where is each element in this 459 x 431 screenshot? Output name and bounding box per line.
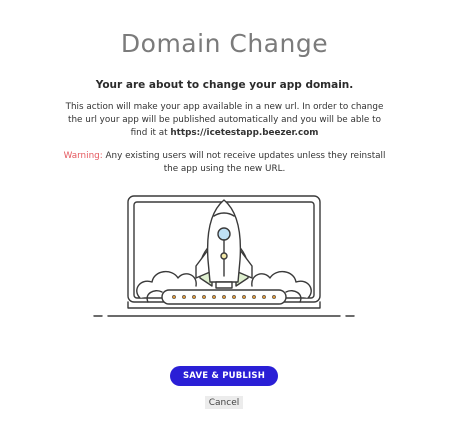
- dialog-description: This action will make your app available…: [62, 101, 387, 140]
- warning-text: Any existing users will not receive upda…: [102, 151, 386, 174]
- warning-message: Warning: Any existing users will not rec…: [62, 150, 387, 176]
- dialog-subtitle: Your are about to change your app domain…: [95, 79, 354, 91]
- warning-label: Warning:: [63, 151, 103, 161]
- cancel-button[interactable]: Cancel: [205, 396, 243, 409]
- dialog-title: Domain Change: [120, 29, 329, 58]
- save-and-publish-button[interactable]: SAVE & PUBLISH: [170, 366, 278, 386]
- new-url: https://icetestapp.beezer.com: [170, 128, 319, 138]
- rocket-launch-laptop-icon: [93, 195, 355, 317]
